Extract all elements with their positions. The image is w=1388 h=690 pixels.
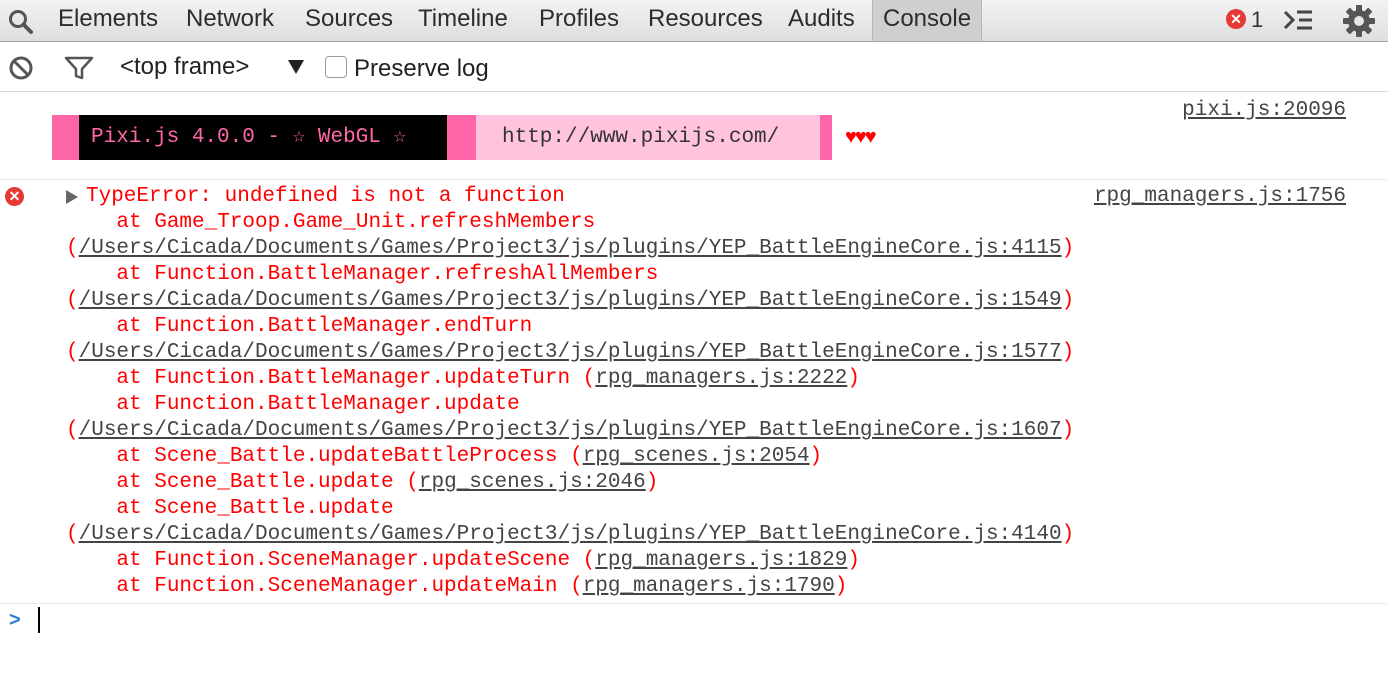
banner-segment (447, 115, 476, 160)
stack-frame-text: ) (1061, 289, 1075, 312)
stack-frame: (/Users/Cicada/Documents/Games/Project3/… (66, 340, 1074, 366)
stack-frame: at Function.BattleManager.refreshAllMemb… (66, 262, 658, 288)
tab-sources[interactable]: Sources (305, 0, 393, 41)
banner-title: Pixi.js 4.0.0 - ☆ WebGL ☆ (79, 115, 447, 160)
stack-frame-text: at Function.BattleManager.endTurn (66, 315, 533, 338)
tab-console[interactable]: Console (872, 0, 983, 41)
stack-frame-text: ) (847, 549, 860, 572)
stack-frame: at Game_Troop.Game_Unit.refreshMembers (66, 210, 595, 236)
stack-frame: at Scene_Battle.update (66, 496, 394, 522)
tab-timeline[interactable]: Timeline (418, 0, 508, 41)
stack-frame-link[interactable]: rpg_scenes.js:2046 (419, 471, 646, 494)
gear-icon[interactable] (1342, 4, 1376, 38)
stack-frame-text: ) (1061, 237, 1075, 260)
stack-frame-text: at Scene_Battle.update (66, 497, 394, 520)
console-drawer-icon[interactable] (1282, 7, 1314, 33)
stack-frame-text: at Scene_Battle.update ( (66, 471, 419, 494)
tab-audits[interactable]: Audits (788, 0, 855, 41)
stack-frame-text: at Function.SceneManager.updateMain ( (66, 575, 583, 598)
preserve-log-label[interactable]: Preserve log (354, 42, 489, 94)
error-icon[interactable]: ✕ (1226, 9, 1246, 29)
stack-frame-text: at Scene_Battle.updateBattleProcess ( (66, 445, 583, 468)
stack-frame-link[interactable]: /Users/Cicada/Documents/Games/Project3/j… (79, 523, 1062, 546)
stack-frame-text: ( (66, 289, 79, 312)
stack-frame: at Function.SceneManager.updateMain (rpg… (66, 574, 847, 600)
tab-profiles[interactable]: Profiles (539, 0, 619, 41)
stack-frame-text: ) (1061, 523, 1075, 546)
error-icon: ✕ (5, 187, 24, 206)
stack-frame-text: at Game_Troop.Game_Unit.refreshMembers (66, 211, 596, 234)
stack-frame-text: ( (66, 341, 79, 364)
stack-frame: (/Users/Cicada/Documents/Games/Project3/… (66, 522, 1074, 548)
tab-resources[interactable]: Resources (648, 0, 763, 41)
filter-icon[interactable] (64, 55, 94, 81)
banner-url: http://www.pixijs.com/ (476, 115, 820, 160)
stack-frame-link[interactable]: rpg_scenes.js:2054 (583, 445, 810, 468)
stack-frame: at Function.BattleManager.endTurn (66, 314, 532, 340)
dropdown-arrow-icon[interactable] (288, 60, 304, 74)
stack-frame: (/Users/Cicada/Documents/Games/Project3/… (66, 418, 1074, 444)
stack-frame-text: ) (1061, 419, 1075, 442)
stack-frame-text: ) (809, 445, 823, 468)
stack-frame-text: at Function.SceneManager.updateScene ( (66, 549, 596, 572)
tab-elements[interactable]: Elements (58, 0, 158, 41)
stack-frame-text: ) (834, 575, 848, 598)
stack-frame-text: at Function.BattleManager.refreshAllMemb… (66, 263, 659, 286)
source-link[interactable]: rpg_managers.js:1756 (1094, 185, 1346, 208)
stack-frame-text: at Function.BattleManager.update (66, 393, 520, 416)
expand-triangle-icon[interactable] (66, 190, 78, 204)
error-title[interactable]: TypeError: undefined is not a function (86, 184, 565, 210)
stack-frame-link[interactable]: rpg_managers.js:1829 (595, 549, 847, 572)
hearts: ♥♥♥ (845, 126, 877, 148)
stack-frame-link[interactable]: /Users/Cicada/Documents/Games/Project3/j… (79, 419, 1062, 442)
source-link[interactable]: pixi.js:20096 (1182, 99, 1346, 122)
stack-frame: at Scene_Battle.update (rpg_scenes.js:20… (66, 470, 658, 496)
stack-frame-text: ( (66, 419, 79, 442)
stack-frame-text: ) (847, 367, 860, 390)
stack-frame-text: ( (66, 523, 79, 546)
console-input[interactable] (38, 607, 40, 633)
stack-frame-text: ) (645, 471, 659, 494)
devtools-tabbar: Elements Network Sources Timeline Profil… (0, 0, 1388, 42)
preserve-log-checkbox[interactable] (325, 56, 347, 78)
error-count[interactable]: 1 (1251, 0, 1263, 41)
stack-frame-link[interactable]: rpg_managers.js:2222 (595, 367, 847, 390)
stack-frame: (/Users/Cicada/Documents/Games/Project3/… (66, 288, 1074, 314)
search-icon[interactable] (6, 8, 36, 34)
stack-frame-link[interactable]: /Users/Cicada/Documents/Games/Project3/j… (79, 289, 1062, 312)
frame-selector[interactable]: <top frame> (120, 42, 249, 92)
banner-segment (52, 115, 79, 160)
stack-frame-link[interactable]: /Users/Cicada/Documents/Games/Project3/j… (79, 341, 1062, 364)
stack-frame: at Scene_Battle.updateBattleProcess (rpg… (66, 444, 822, 470)
stack-frame-text: ) (1061, 341, 1075, 364)
tab-network[interactable]: Network (186, 0, 274, 41)
stack-frame-link[interactable]: /Users/Cicada/Documents/Games/Project3/j… (79, 237, 1062, 260)
stack-frame-text: at Function.BattleManager.updateTurn ( (66, 367, 596, 390)
console-toolbar: <top frame> Preserve log (0, 42, 1388, 92)
stack-frame-link[interactable]: rpg_managers.js:1790 (583, 575, 835, 598)
stack-frame-text: ( (66, 237, 79, 260)
clear-icon[interactable] (8, 55, 34, 81)
stack-frame: (/Users/Cicada/Documents/Games/Project3/… (66, 236, 1074, 262)
prompt-icon: > (9, 609, 21, 631)
stack-frame: at Function.BattleManager.updateTurn (rp… (66, 366, 860, 392)
banner-segment (820, 115, 832, 160)
stack-frame: at Function.BattleManager.update (66, 392, 520, 418)
stack-frame: at Function.SceneManager.updateScene (rp… (66, 548, 860, 574)
